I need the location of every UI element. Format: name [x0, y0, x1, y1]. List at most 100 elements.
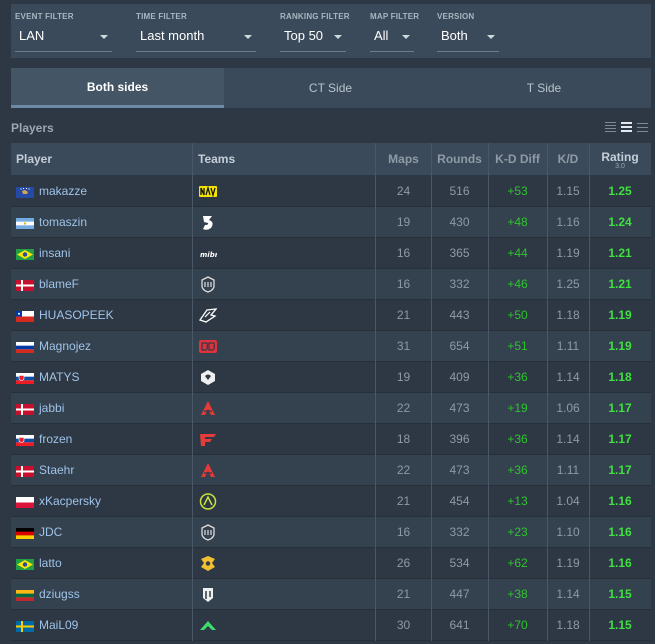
rounds-value: 396: [449, 432, 470, 446]
denmark-flag-icon: [16, 280, 34, 291]
kosovo-flag-icon: [16, 187, 34, 198]
filter-bar: EVENT FILTER LAN TIME FILTER Last month …: [11, 4, 651, 58]
team-logo-link[interactable]: [192, 579, 222, 610]
maps-value: 26: [396, 556, 411, 570]
tab-t-side[interactable]: T Side: [437, 68, 651, 108]
table-row: latto 26 534 +62 1.19 1.16: [11, 548, 651, 579]
compact-view-icon[interactable]: [605, 121, 616, 132]
table-row: jabbi 22 473 +19 1.06 1.17: [11, 393, 651, 424]
kd-value: 1.11: [556, 463, 580, 477]
kd-diff-value: +36: [507, 370, 528, 384]
wings-logo-icon: [199, 308, 217, 323]
kd-value: 1.14: [556, 370, 580, 384]
big-logo-icon: [201, 524, 215, 541]
time-filter-dropdown[interactable]: Last month: [136, 22, 256, 52]
maps-value: 24: [396, 184, 411, 198]
maps-value: 22: [396, 463, 411, 477]
rating-value: 1.19: [608, 308, 632, 322]
player-name-link[interactable]: JDC: [39, 517, 62, 548]
player-name-link[interactable]: MaiL09: [39, 610, 78, 641]
player-name-link[interactable]: blameF: [39, 269, 79, 300]
header-player[interactable]: Player: [16, 143, 52, 175]
team-logo-link[interactable]: [192, 393, 222, 424]
team-logo-link[interactable]: [192, 486, 222, 517]
table-row: MATYS 19 409 +36 1.14 1.18: [11, 362, 651, 393]
event-filter-value: LAN: [19, 28, 45, 43]
argentina-flag-icon: [16, 218, 34, 229]
team-logo-link[interactable]: [192, 176, 222, 207]
chile-flag-icon: [16, 311, 34, 322]
header-kd[interactable]: K/D: [547, 143, 589, 175]
player-name-link[interactable]: Magnojez: [39, 331, 91, 362]
list-view-icon[interactable]: [621, 121, 632, 132]
tab-both-sides[interactable]: Both sides: [11, 68, 224, 108]
table-row: Staehr 22 473 +36 1.11 1.17: [11, 455, 651, 486]
team-logo-link[interactable]: [192, 331, 222, 362]
kd-diff-value: +48: [507, 215, 528, 229]
event-filter-dropdown[interactable]: LAN: [15, 22, 112, 52]
header-kd-diff[interactable]: K-D Diff: [488, 143, 547, 175]
team-logo-link[interactable]: [192, 300, 222, 331]
table-row: frozen 18 396 +36 1.14 1.17: [11, 424, 651, 455]
kd-value: 1.18: [556, 618, 580, 632]
astralis-logo-icon: [201, 401, 215, 415]
version-filter-dropdown[interactable]: Both: [437, 22, 499, 52]
rounds-value: 534: [449, 556, 470, 570]
header-maps[interactable]: Maps: [376, 143, 431, 175]
column-divider: [547, 143, 548, 641]
kd-diff-value: +13: [507, 494, 528, 508]
player-name-link[interactable]: jabbi: [39, 393, 64, 424]
ranking-filter-dropdown[interactable]: Top 50: [280, 22, 346, 52]
player-name-link[interactable]: tomaszin: [39, 207, 87, 238]
header-rating[interactable]: Rating 3.0: [589, 143, 651, 175]
table-row: blameF 16 332 +46 1.25 1.21: [11, 269, 651, 300]
player-name-link[interactable]: insani: [39, 238, 70, 269]
player-name-link[interactable]: latto: [39, 548, 62, 579]
team-logo-link[interactable]: [192, 269, 222, 300]
team-logo-link[interactable]: [192, 517, 222, 548]
maps-value: 22: [396, 401, 411, 415]
player-name-link[interactable]: makazze: [39, 176, 87, 207]
team-logo-link[interactable]: mibr: [192, 238, 222, 269]
kd-diff-value: +46: [507, 277, 528, 291]
view-toggle: [605, 121, 649, 132]
slovakia-flag-icon: [16, 435, 34, 446]
rating-value: 1.17: [608, 401, 632, 415]
table-row: JDC 16 332 +23 1.10 1.16: [11, 517, 651, 548]
player-name-link[interactable]: Staehr: [39, 455, 74, 486]
ranking-filter-value: Top 50: [284, 28, 324, 43]
player-name-link[interactable]: MATYS: [39, 362, 79, 393]
column-divider: [375, 143, 376, 641]
tab-ct-side[interactable]: CT Side: [224, 68, 437, 108]
team-logo-link[interactable]: [192, 610, 222, 641]
pain-logo-icon: [203, 588, 213, 602]
table-header: Player Teams Maps Rounds K-D Diff K/D Ra…: [11, 143, 651, 175]
header-teams: Teams: [198, 152, 236, 166]
team-logo-link[interactable]: [192, 207, 222, 238]
kd-diff-value: +53: [507, 184, 528, 198]
team-logo-link[interactable]: [192, 455, 222, 486]
player-name-link[interactable]: frozen: [39, 424, 72, 455]
header-rounds[interactable]: Rounds: [431, 143, 488, 175]
player-name-link[interactable]: dziugss: [39, 579, 80, 610]
player-name-link[interactable]: HUASOPEEK: [39, 300, 114, 331]
table-row: xKacpersky 21 454 +13 1.04 1.16: [11, 486, 651, 517]
team-logo-link[interactable]: [192, 548, 222, 579]
team-logo-link[interactable]: [192, 362, 222, 393]
player-name-link[interactable]: xKacpersky: [39, 486, 101, 517]
rating-value: 1.19: [608, 339, 632, 353]
kd-value: 1.16: [556, 215, 580, 229]
big-logo-icon: [201, 276, 215, 293]
kd-value: 1.18: [556, 308, 580, 322]
team-logo-link[interactable]: [192, 424, 222, 455]
expanded-view-icon[interactable]: [637, 121, 648, 132]
column-divider: [431, 143, 432, 641]
map-filter-dropdown[interactable]: All: [370, 22, 414, 52]
table-row: makazze 24 516 +53 1.15 1.25: [11, 176, 651, 207]
kd-value: 1.06: [556, 401, 580, 415]
maps-value: 16: [396, 246, 411, 260]
ranking-filter-label: RANKING FILTER: [280, 12, 350, 21]
maps-value: 19: [396, 215, 411, 229]
kd-diff-value: +19: [507, 401, 528, 415]
kd-value: 1.11: [556, 339, 580, 353]
